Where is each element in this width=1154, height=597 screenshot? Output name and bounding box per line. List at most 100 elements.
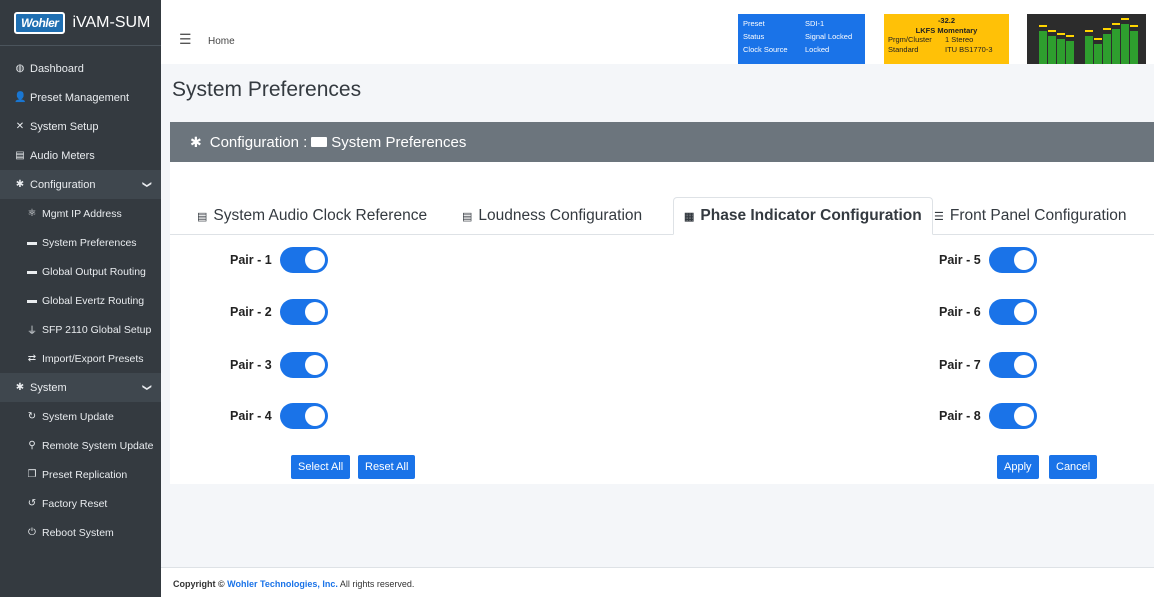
id-card-icon: ▬ [27, 266, 37, 277]
tab-label: System Audio Clock Reference [213, 207, 428, 224]
topbar: ☰ Home Preset SDI-1 Status Signal Locked C… [161, 0, 1154, 64]
sidebar-item-reboot-system[interactable]: ⏻ Reboot System [0, 518, 161, 547]
cancel-button[interactable]: Cancel [1049, 455, 1098, 479]
meter-peak-tick [1057, 33, 1065, 35]
meter-bar [1066, 41, 1074, 64]
toggle-knob [1013, 406, 1034, 426]
sidebar-item-system-preferences[interactable]: ▬ System Preferences [0, 228, 161, 257]
sidebar-item-label: Reboot System [42, 526, 114, 539]
pair-toggle-switch[interactable] [988, 247, 1037, 273]
phase-pair-row: Pair - 1 [230, 247, 328, 273]
card-header-title: System Preferences [331, 133, 467, 151]
rights-text: All rights reserved. [339, 579, 415, 589]
sidebar-item-label: Audio Meters [30, 149, 95, 162]
phase-pair-row: Pair - 6 [939, 299, 1037, 325]
meter-peak-tick [1112, 23, 1120, 25]
pair-label: Pair - 6 [939, 305, 981, 319]
clock-source-label: Clock Source [743, 45, 788, 54]
sidebar-item-preset-replication[interactable]: ❐ Preset Replication [0, 460, 161, 489]
sidebar-item-label: SFP 2110 Global Setup [42, 323, 152, 336]
pair-label: Pair - 1 [230, 253, 272, 267]
home-link[interactable]: Home [208, 36, 235, 47]
toggle-knob [304, 406, 325, 426]
toggle-knob [1013, 355, 1034, 375]
brand-name: iVAM-SUM [72, 13, 151, 31]
meter-bar [1121, 24, 1129, 64]
tab-phase-indicator-configuration[interactable]: ▦ Phase Indicator Configuration [673, 197, 933, 235]
chevron-down-icon: ❯ [142, 383, 153, 392]
audio-meter-preview[interactable] [1027, 14, 1146, 64]
tab-label: Front Panel Configuration [949, 207, 1127, 224]
sidebar-item-global-output-routing[interactable]: ▬ Global Output Routing [0, 257, 161, 286]
toggle-knob [304, 302, 325, 322]
chevron-down-icon: ❯ [142, 180, 153, 189]
sidebar-item-system-update[interactable]: ↻ System Update [0, 402, 161, 431]
cluster-label: Prgm/Cluster [888, 35, 932, 44]
toggle-knob [1013, 250, 1034, 270]
network-wired-icon: ⚲ [28, 440, 36, 451]
reset-all-button[interactable]: Reset All [358, 455, 416, 479]
gear-icon: ✱ [190, 133, 202, 150]
preset-value: SDI-1 [805, 19, 825, 28]
meter-peak-tick [1130, 25, 1138, 27]
page-title: System Preferences [172, 78, 362, 101]
card-header-prefix: Configuration : [209, 133, 308, 151]
pair-toggle-switch[interactable] [279, 403, 328, 429]
pair-label: Pair - 3 [230, 358, 272, 372]
sidebar-item-mgmt-ip-address[interactable]: ⚛ Mgmt IP Address [0, 199, 161, 228]
sidebar-item-label: Global Output Routing [42, 265, 146, 278]
user-edit-icon: 👤 [14, 92, 27, 103]
undo-icon: ↺ [27, 498, 37, 509]
sidebar-item-label: Preset Management [30, 91, 130, 104]
select-all-button[interactable]: Select All [291, 455, 351, 479]
meter-bar [1130, 31, 1138, 64]
pair-toggle-switch[interactable] [988, 352, 1037, 378]
meter-peak-tick [1103, 28, 1111, 30]
tab-label: Phase Indicator Configuration [700, 207, 922, 224]
company-link[interactable]: Wohler Technologies, Inc. [227, 579, 338, 589]
sidebar-item-audio-meters[interactable]: ▤ Audio Meters [0, 141, 161, 170]
copyright-prefix: Copyright © [173, 579, 225, 589]
sidebar-nav: ◍ Dashboard 👤 Preset Management ✕ System Setu… [0, 46, 161, 547]
sidebar-item-dashboard[interactable]: ◍ Dashboard [0, 54, 161, 83]
sidebar-item-label: System [30, 381, 67, 394]
sidebar-item-label: Preset Replication [42, 468, 128, 481]
meter-peak-tick [1039, 25, 1047, 27]
sidebar-item-sfp-2110-global-setup[interactable]: ⏚ SFP 2110 Global Setup [0, 315, 161, 344]
meter-peak-tick [1085, 30, 1093, 32]
sidebar-item-remote-system-update[interactable]: ⚲ Remote System Update [0, 431, 161, 460]
apply-button[interactable]: Apply [997, 455, 1039, 479]
sidebar-item-label: System Preferences [42, 236, 137, 249]
tab-front-panel-configuration[interactable]: ☰ Front Panel Configuration [934, 197, 1127, 235]
sidebar-item-global-evertz-routing[interactable]: ▬ Global Evertz Routing [0, 286, 161, 315]
gear-icon: ✱ [15, 179, 25, 190]
sidebar-item-preset-management[interactable]: 👤 Preset Management [0, 83, 161, 112]
chart-icon: ▤ [462, 210, 473, 223]
tab-loudness-configuration[interactable]: ▤ Loudness Configuration [462, 197, 642, 235]
phase-pair-row: Pair - 5 [939, 247, 1037, 273]
pair-toggle-switch[interactable] [988, 299, 1037, 325]
hamburger-menu-icon[interactable]: ☰ [179, 31, 192, 48]
sidebar-item-system-setup[interactable]: ✕ System Setup [0, 112, 161, 141]
tab-system-audio-clock-reference[interactable]: ▤ System Audio Clock Reference [197, 197, 427, 235]
brand[interactable]: Wohler iVAM-SUM [0, 0, 161, 46]
meter-bar [1048, 36, 1056, 64]
meter-bar [1094, 44, 1102, 64]
loudness-panel: -32.2 LKFS Momentary Prgm/Cluster 1 Stere… [884, 14, 1009, 64]
chart-icon: ▤ [197, 210, 208, 223]
sidebar-item-factory-reset[interactable]: ↺ Factory Reset [0, 489, 161, 518]
phase-pair-row: Pair - 4 [230, 403, 328, 429]
sidebar-item-configuration[interactable]: ✱ Configuration ❯ [0, 170, 161, 199]
network-icon: ⚛ [27, 208, 37, 219]
pair-toggle-switch[interactable] [279, 352, 328, 378]
tab-label: Loudness Configuration [478, 207, 643, 224]
pair-toggle-switch[interactable] [279, 299, 328, 325]
loudness-value: -32.2 [937, 16, 956, 25]
sidebar-item-import-export-presets[interactable]: ⇄ Import/Export Presets [0, 344, 161, 373]
sidebar-item-system[interactable]: ✱ System ❯ [0, 373, 161, 402]
sidebar-item-label: Dashboard [30, 62, 84, 75]
tools-icon: ✕ [15, 121, 25, 132]
pair-toggle-switch[interactable] [279, 247, 328, 273]
phase-pair-row: Pair - 2 [230, 299, 328, 325]
pair-toggle-switch[interactable] [988, 403, 1037, 429]
